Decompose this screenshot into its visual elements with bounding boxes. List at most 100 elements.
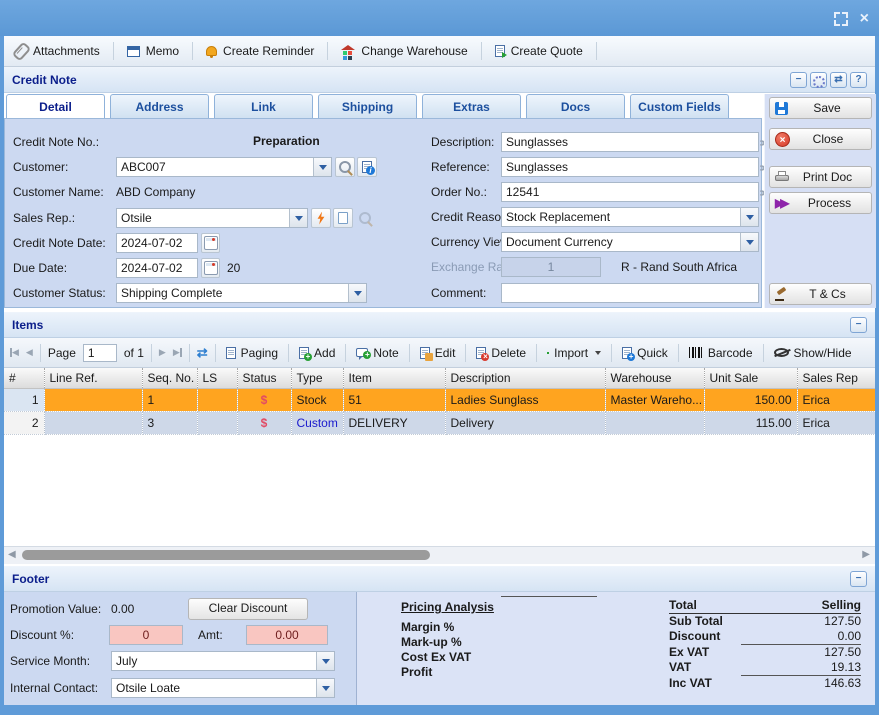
sales-rep-combo[interactable]: Otsile xyxy=(116,208,308,228)
table-row[interactable]: 11$Stock51Ladies SunglassMaster Wareho..… xyxy=(4,389,875,412)
header-button-collapse[interactable]: − xyxy=(790,72,807,88)
refresh-icon[interactable]: ⇄ xyxy=(197,346,208,359)
column-header-status[interactable]: Status xyxy=(237,368,291,389)
service-month-dropdown-button[interactable] xyxy=(316,652,334,670)
pager-first-button[interactable]: ◀ xyxy=(10,347,19,358)
customer-search-button[interactable] xyxy=(335,157,355,177)
horizontal-scrollbar[interactable]: ◀ ▶ xyxy=(4,546,875,564)
clear-discount-button[interactable]: Clear Discount xyxy=(188,598,308,620)
tab-extras[interactable]: Extras xyxy=(422,94,521,119)
pager-prev-button[interactable]: ◀ xyxy=(26,347,33,358)
internal-contact-dropdown-button[interactable] xyxy=(316,679,334,697)
currency-view-dropdown-button[interactable] xyxy=(740,233,758,251)
customer-name-value: ABD Company xyxy=(116,185,195,199)
column-header-unit-sale[interactable]: Unit Sale xyxy=(704,368,797,389)
internal-contact-combo[interactable]: Otsile Loate xyxy=(111,678,335,698)
toolbar-separator xyxy=(113,42,114,60)
toolbar-button-create-quote[interactable]: Create Quote xyxy=(491,42,587,60)
scroll-right-arrow[interactable]: ▶ xyxy=(862,549,870,560)
column-header-sales-rep[interactable]: Sales Rep xyxy=(797,368,875,389)
sales-rep-dropdown-button[interactable] xyxy=(289,209,307,227)
items-toolbar-button-barcode[interactable]: Barcode xyxy=(686,344,756,362)
header-button-settings[interactable] xyxy=(810,72,827,88)
credit-note-date-input[interactable]: 2024-07-02 xyxy=(116,233,198,253)
close-icon[interactable]: × xyxy=(860,12,869,26)
customer-info-button[interactable] xyxy=(357,157,377,177)
sales-rep-new-button[interactable] xyxy=(333,208,353,228)
action-button-close[interactable]: ×Close xyxy=(769,128,872,150)
toolbar-button-create-reminder[interactable]: Create Reminder xyxy=(202,42,318,60)
items-toolbar-button-paging[interactable]: Paging xyxy=(223,344,281,362)
due-date-input[interactable]: 2024-07-02 xyxy=(116,258,198,278)
toolbar-button-change-warehouse[interactable]: Change Warehouse xyxy=(337,42,471,60)
items-toolbar-button-quick[interactable]: +Quick xyxy=(619,344,671,362)
customer-status-combo[interactable]: Shipping Complete xyxy=(116,283,367,303)
pager-next-button[interactable]: ▶ xyxy=(159,347,166,358)
header-button-refresh[interactable]: ⇄ xyxy=(830,72,847,88)
items-toolbar-button-edit[interactable]: Edit xyxy=(417,344,459,362)
sales-rep-search-button[interactable] xyxy=(355,208,375,228)
order-no-value: 12541 xyxy=(506,185,539,199)
service-month-combo[interactable]: July xyxy=(111,651,335,671)
items-toolbar-button-delete[interactable]: ×Delete xyxy=(473,344,529,362)
column-header-description[interactable]: Description xyxy=(445,368,605,389)
credit-note-header: Credit Note −⇄? xyxy=(4,67,875,93)
tab-address[interactable]: Address xyxy=(110,94,209,119)
scroll-left-arrow[interactable]: ◀ xyxy=(8,549,16,560)
tab-detail[interactable]: Detail xyxy=(6,94,105,119)
tab-docs[interactable]: Docs xyxy=(526,94,625,119)
customer-status-dropdown-button[interactable] xyxy=(348,284,366,302)
status-preparation: Preparation xyxy=(253,134,320,148)
column-header-seq-no-[interactable]: Seq. No. xyxy=(142,368,197,389)
pager-last-button[interactable]: ▶ xyxy=(173,347,182,358)
items-toolbar-button-note[interactable]: +Note xyxy=(353,344,401,362)
internal-contact-label: Internal Contact: xyxy=(10,681,98,695)
comment-input[interactable] xyxy=(501,283,759,303)
currency-view-combo[interactable]: Document Currency xyxy=(501,232,759,252)
toolbar-button-attachments[interactable]: Attachments xyxy=(12,41,104,62)
toolbar-separator xyxy=(611,344,612,362)
reference-input[interactable]: Sunglasses xyxy=(501,157,759,177)
column-header-ls[interactable]: LS xyxy=(197,368,237,389)
discount-amt-value: 0.00 xyxy=(275,628,298,642)
discount-percent-input[interactable]: 0 xyxy=(109,625,183,645)
credit-reason-dropdown-button[interactable] xyxy=(740,208,758,226)
items-toolbar-button-add[interactable]: +Add xyxy=(296,344,338,362)
order-no-input[interactable]: 12541 xyxy=(501,182,759,202)
credit-reason-combo[interactable]: Stock Replacement xyxy=(501,207,759,227)
description-label: Description: xyxy=(431,135,494,149)
totals-row-value: 0.00 xyxy=(741,629,861,645)
toolbar-separator xyxy=(192,42,193,60)
items-toolbar-button-import[interactable]: Import xyxy=(544,344,604,362)
badge-icon: + xyxy=(304,353,312,361)
header-button-help[interactable]: ? xyxy=(850,72,867,88)
column-header-item[interactable]: Item xyxy=(343,368,445,389)
tab-shipping[interactable]: Shipping xyxy=(318,94,417,119)
pager-page-input[interactable]: 1 xyxy=(83,344,117,362)
items-collapse-button[interactable]: − xyxy=(850,317,867,333)
items-toolbar-button-showhide[interactable]: Show/Hide xyxy=(771,344,855,362)
credit-note-date-calendar-button[interactable] xyxy=(201,233,220,253)
column-header-line-ref-[interactable]: Line Ref. xyxy=(44,368,142,389)
tab-link[interactable]: Link xyxy=(214,94,313,119)
action-button-print[interactable]: Print Doc xyxy=(769,166,872,188)
tab-custom-fields[interactable]: Custom Fields xyxy=(630,94,729,119)
column-header-warehouse[interactable]: Warehouse xyxy=(605,368,704,389)
customer-combo[interactable]: ABC007 xyxy=(116,157,332,177)
discount-amt-input[interactable]: 0.00 xyxy=(246,625,328,645)
toolbar-button-memo[interactable]: Memo xyxy=(123,42,183,60)
description-input[interactable]: Sunglasses xyxy=(501,132,759,152)
action-button-process[interactable]: ▶▶Process xyxy=(769,192,872,214)
scrollbar-thumb[interactable] xyxy=(22,550,430,560)
column-header-type[interactable]: Type xyxy=(291,368,343,389)
customer-dropdown-button[interactable] xyxy=(313,158,331,176)
sales-rep-quick-button[interactable] xyxy=(311,208,331,228)
footer-collapse-button[interactable]: − xyxy=(850,571,867,587)
action-button-tcs[interactable]: T & Cs xyxy=(769,283,872,305)
column-header--[interactable]: # xyxy=(4,368,44,389)
due-date-calendar-button[interactable] xyxy=(201,258,220,278)
fullscreen-icon[interactable] xyxy=(834,12,848,26)
reference-label: Reference: xyxy=(431,160,490,174)
action-button-save[interactable]: Save xyxy=(769,97,872,119)
table-row[interactable]: 23$CustomDELIVERYDelivery115.00Erica xyxy=(4,412,875,435)
